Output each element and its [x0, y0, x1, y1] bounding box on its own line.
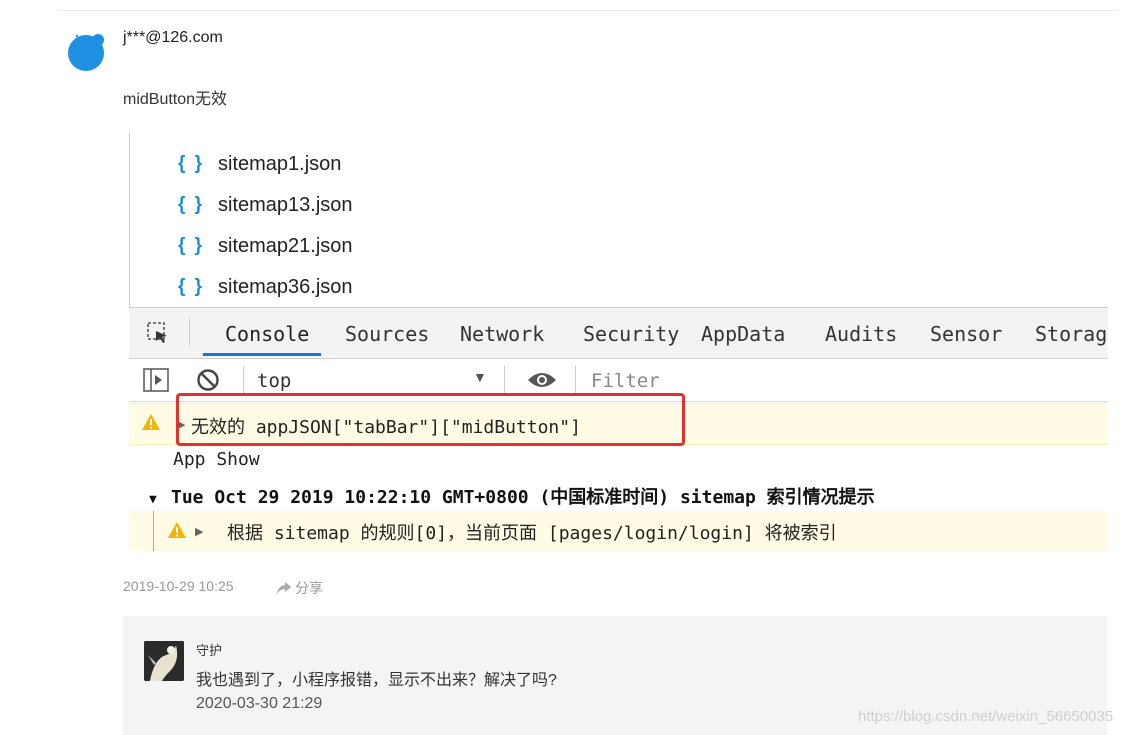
eye-icon — [528, 373, 556, 387]
json-file-icon: { } — [178, 153, 205, 174]
share-label: 分享 — [295, 580, 323, 596]
file-name: sitemap21.json — [218, 234, 353, 257]
file-tree-pane: { } sitemap1.json { } sitemap13.json { }… — [129, 133, 666, 307]
comment-timestamp: 2019-10-29 10:25 — [123, 578, 234, 594]
json-file-icon: { } — [178, 194, 205, 215]
toolbar-separator — [575, 366, 576, 394]
tab-audits: Audits — [825, 322, 898, 346]
context-selector-value: top — [257, 370, 292, 392]
tab-separator — [189, 318, 190, 346]
editor-pane — [665, 133, 1108, 307]
expand-arrow-icon: ▶ — [195, 526, 204, 538]
log-group-title: Tue Oct 29 2019 10:22:10 GMT+0800 (中国标准时… — [171, 487, 875, 508]
json-file-icon: { } — [178, 235, 205, 256]
file-name: sitemap36.json — [218, 275, 353, 298]
tab-security: Security — [583, 322, 680, 346]
file-item: { } sitemap21.json — [178, 231, 353, 261]
comment-author[interactable]: j***@126.com — [123, 29, 223, 47]
red-highlight-box — [176, 393, 685, 446]
avatar-image — [144, 641, 184, 681]
log-message: App Show — [173, 449, 260, 470]
tab-sensor: Sensor — [930, 322, 1003, 346]
nested-warning-row: ▶ 根据 sitemap 的规则[0]，当前页面 [pages/login/lo… — [129, 511, 1108, 551]
clear-console-icon — [197, 369, 219, 391]
warning-icon — [168, 522, 186, 538]
reply-timestamp: 2020-03-30 21:29 — [196, 695, 323, 712]
comment-text: midButton无效 — [123, 91, 228, 108]
tab-network: Network — [460, 322, 545, 346]
file-name: sitemap1.json — [218, 152, 342, 175]
file-item: { } sitemap1.json — [178, 149, 341, 179]
share-button[interactable]: 分享 — [276, 578, 323, 598]
tab-appdata: AppData — [701, 322, 786, 346]
json-file-icon: { } — [178, 276, 205, 297]
filter-input-placeholder: Filter — [591, 370, 660, 392]
share-icon — [277, 582, 291, 594]
tab-sources: Sources — [345, 322, 430, 346]
file-item: { } sitemap36.json — [178, 272, 353, 302]
watermark: https://blog.csdn.net/weixin_56650035 — [858, 708, 1114, 725]
toolbar-separator — [504, 366, 505, 394]
tab-storage: Storage — [1035, 322, 1108, 346]
log-group-header: ▼ Tue Oct 29 2019 10:22:10 GMT+0800 (中国标准… — [149, 483, 875, 509]
reply-avatar[interactable] — [144, 641, 184, 681]
tab-console: Console — [225, 322, 310, 346]
inspect-element-icon — [147, 322, 167, 343]
devtools-tabbar: Console Sources Network Security AppData… — [129, 307, 1108, 359]
active-tab-indicator — [203, 353, 321, 356]
file-item: { } sitemap13.json — [178, 190, 353, 220]
dropdown-arrow-icon: ▼ — [473, 369, 487, 385]
nested-warning-message: 根据 sitemap 的规则[0]，当前页面 [pages/login/logi… — [227, 523, 837, 544]
file-name: sitemap13.json — [218, 193, 353, 216]
toolbar-separator — [243, 366, 244, 394]
embedded-devtools-screenshot: { } sitemap1.json { } sitemap13.json { }… — [123, 133, 1108, 552]
sidebar-toggle-icon — [143, 368, 169, 392]
collapse-arrow-icon: ▼ — [149, 492, 157, 507]
warning-icon — [142, 414, 160, 430]
user-avatar[interactable] — [66, 31, 108, 71]
reply-text: 我也遇到了，小程序报错，显示不出来？解决了吗? — [196, 672, 557, 689]
group-indent-line — [153, 511, 154, 551]
reply-author[interactable]: 守护 — [196, 640, 222, 659]
top-divider — [58, 10, 1118, 11]
